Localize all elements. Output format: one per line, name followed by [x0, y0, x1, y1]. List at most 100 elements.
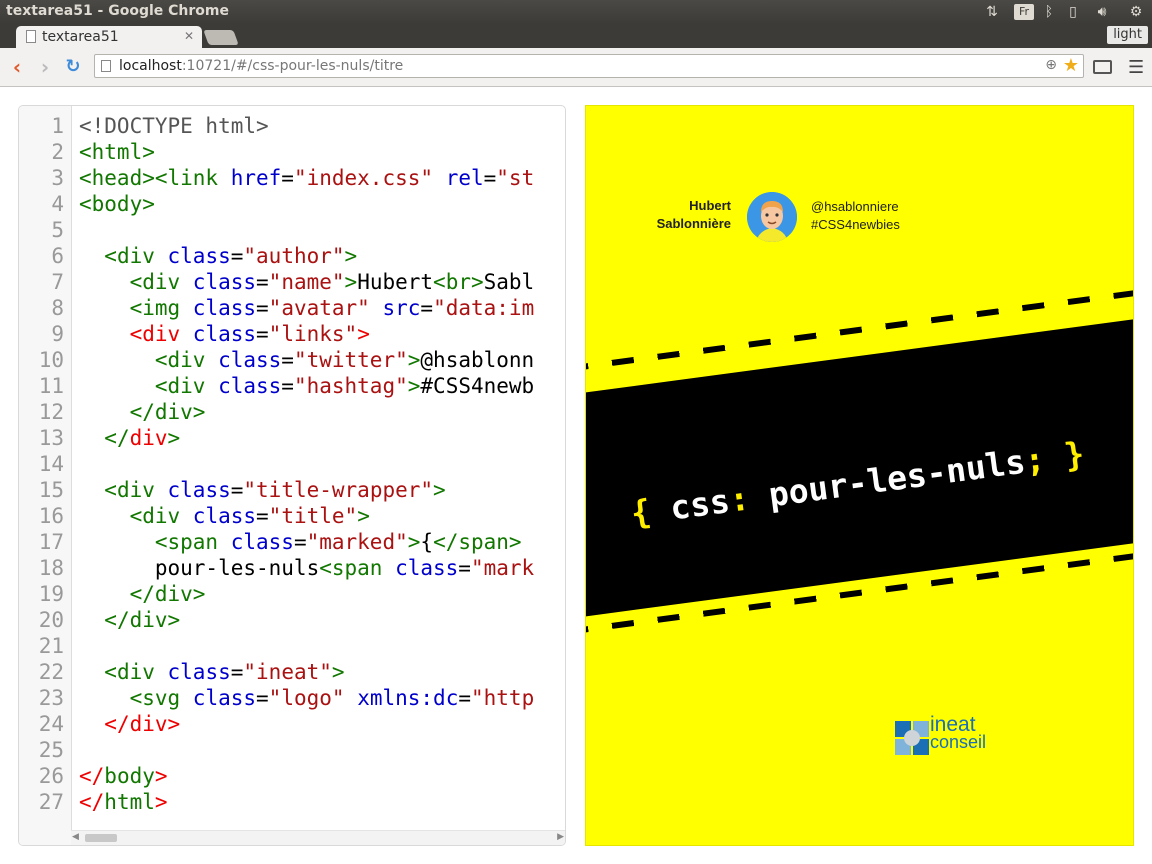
zoom-icon[interactable]: ⊕	[1045, 57, 1057, 73]
tab-textarea51[interactable]: textarea51 ✕	[16, 26, 202, 48]
code-line[interactable]: </div>	[79, 711, 180, 737]
line-number: 1	[51, 114, 64, 138]
code-token: <body>	[79, 192, 155, 216]
code-token: "index.css"	[293, 166, 434, 190]
url-path: :10721/#/css-pour-les-nuls/titre	[181, 58, 404, 74]
line-number: 10	[38, 348, 64, 372]
address-bar[interactable]: localhost:10721/#/css-pour-les-nuls/titr…	[94, 54, 1084, 78]
code-token: </div>	[129, 400, 206, 424]
line-number: 26	[38, 764, 64, 788]
code-line[interactable]: <div class="ineat">	[79, 659, 344, 685]
address-url[interactable]: localhost:10721/#/css-pour-les-nuls/titr…	[119, 58, 403, 74]
code-token: "ineat"	[243, 660, 332, 684]
code-line[interactable]: <span class="marked">{</span>	[79, 529, 522, 555]
code-line[interactable]: <div class="title">	[79, 503, 370, 529]
battery-icon[interactable]: ▯	[1066, 2, 1080, 22]
code-token: class	[192, 686, 257, 710]
code-token: <html>	[79, 140, 155, 164]
line-number: 17	[38, 530, 64, 554]
bluetooth-icon[interactable]: ᛒ	[1042, 2, 1056, 22]
code-token: class	[230, 530, 294, 554]
code-line[interactable]: pour-les-nuls<span class="mark	[79, 555, 534, 581]
code-line[interactable]: <div class="author">	[79, 243, 357, 269]
code-token: >	[407, 348, 421, 372]
cast-icon[interactable]	[1093, 60, 1112, 74]
scrollbar-thumb[interactable]	[85, 834, 117, 842]
star-icon[interactable]: ★	[1063, 55, 1079, 76]
browser-toolbar: ‹ › ↻ localhost:10721/#/css-pour-les-nul…	[0, 48, 1152, 87]
code-token: xmlns:dc	[357, 686, 459, 710]
code-line[interactable]: </div>	[79, 607, 180, 633]
tab-title: textarea51	[42, 29, 119, 45]
code-editor[interactable]: 1 2 3 4 5 6 7 8 9 10 11 12 13 14 15 16 17 18 19 20 21 22 23 24 2…	[18, 105, 566, 846]
code-token: class	[167, 660, 231, 684]
code-token: =	[256, 270, 269, 294]
code-line[interactable]: <head><link href="index.css" rel="st	[79, 165, 534, 191]
code-token: class	[192, 504, 257, 528]
back-arrow-icon[interactable]: ‹	[6, 56, 28, 78]
code-line[interactable]: <body>	[79, 191, 155, 217]
code-line[interactable]: </div>	[79, 581, 206, 607]
keyboard-layout-indicator[interactable]: Fr	[1014, 4, 1034, 20]
code-line[interactable]: <div class="title-wrapper">	[79, 477, 445, 503]
volume-icon[interactable]: 🔊︎	[1092, 2, 1112, 22]
code-line[interactable]: </div>	[79, 399, 206, 425]
code-token: >	[357, 322, 370, 346]
code-line[interactable]: <svg class="logo" xmlns:dc="http	[79, 685, 535, 711]
network-icon[interactable]: ⇅	[982, 2, 1002, 22]
url-host: localhost	[119, 58, 182, 74]
title-close-brace: }	[1042, 433, 1087, 478]
line-number: 16	[38, 504, 64, 528]
code-token: <div	[129, 322, 193, 346]
code-line[interactable]: </div>	[79, 425, 180, 451]
code-line[interactable]: </html>	[79, 789, 168, 815]
code-line[interactable]: <html>	[79, 139, 155, 165]
code-token: =	[420, 296, 434, 320]
code-line[interactable]: <div class="hashtag">#CSS4newb	[79, 373, 534, 399]
code-token: =	[281, 348, 294, 372]
code-line[interactable]: <img class="avatar" src="data:im	[79, 295, 535, 321]
forward-arrow-icon[interactable]: ›	[34, 56, 56, 78]
line-number: 2	[51, 140, 64, 164]
horizontal-scrollbar[interactable]: ◀ ▶	[71, 830, 565, 845]
code-token: <div	[104, 660, 168, 684]
code-token: >	[357, 504, 370, 528]
settings-icon[interactable]: ⚙	[1126, 2, 1146, 22]
hashtag[interactable]: #CSS4newbies	[811, 216, 900, 234]
line-number: 24	[38, 712, 64, 736]
reload-icon[interactable]: ↻	[62, 56, 84, 78]
code-token: </div>	[129, 582, 206, 606]
code-token: "avatar"	[268, 296, 370, 320]
code-token: >	[154, 790, 168, 814]
code-token: class	[192, 296, 257, 320]
scroll-right-icon[interactable]: ▶	[557, 832, 564, 842]
code-token: =	[256, 296, 269, 320]
code-token: =	[458, 556, 471, 580]
code-token: <div	[104, 244, 168, 268]
code-line[interactable]: <div class="links">	[79, 321, 370, 347]
code-line[interactable]: <!DOCTYPE html>	[79, 113, 269, 139]
preview-pane: Hubert Sablonnière @hsablonniere #CSS4ne…	[585, 105, 1134, 846]
code-token: class	[192, 322, 257, 346]
profile-button[interactable]: light	[1107, 26, 1148, 44]
close-icon[interactable]: ✕	[184, 29, 194, 43]
code-token: <span	[319, 556, 396, 580]
code-line[interactable]: <div class="name">Hubert<br>Sabl	[79, 269, 535, 295]
code-line[interactable]: <div class="twitter">@hsablonn	[79, 347, 534, 373]
twitter-handle[interactable]: @hsablonniere	[811, 198, 900, 216]
page-icon	[26, 30, 36, 43]
code-token: Sabl	[483, 270, 535, 294]
new-tab-button[interactable]	[203, 30, 239, 45]
scroll-left-icon[interactable]: ◀	[72, 832, 79, 842]
code-token: <div	[104, 478, 168, 502]
line-number: 11	[38, 374, 64, 398]
code-token: =	[281, 374, 294, 398]
code-token: </	[104, 426, 130, 450]
menu-icon[interactable]: ☰	[1128, 57, 1144, 78]
code-line[interactable]: </body>	[79, 763, 168, 789]
code-token: =	[256, 322, 269, 346]
